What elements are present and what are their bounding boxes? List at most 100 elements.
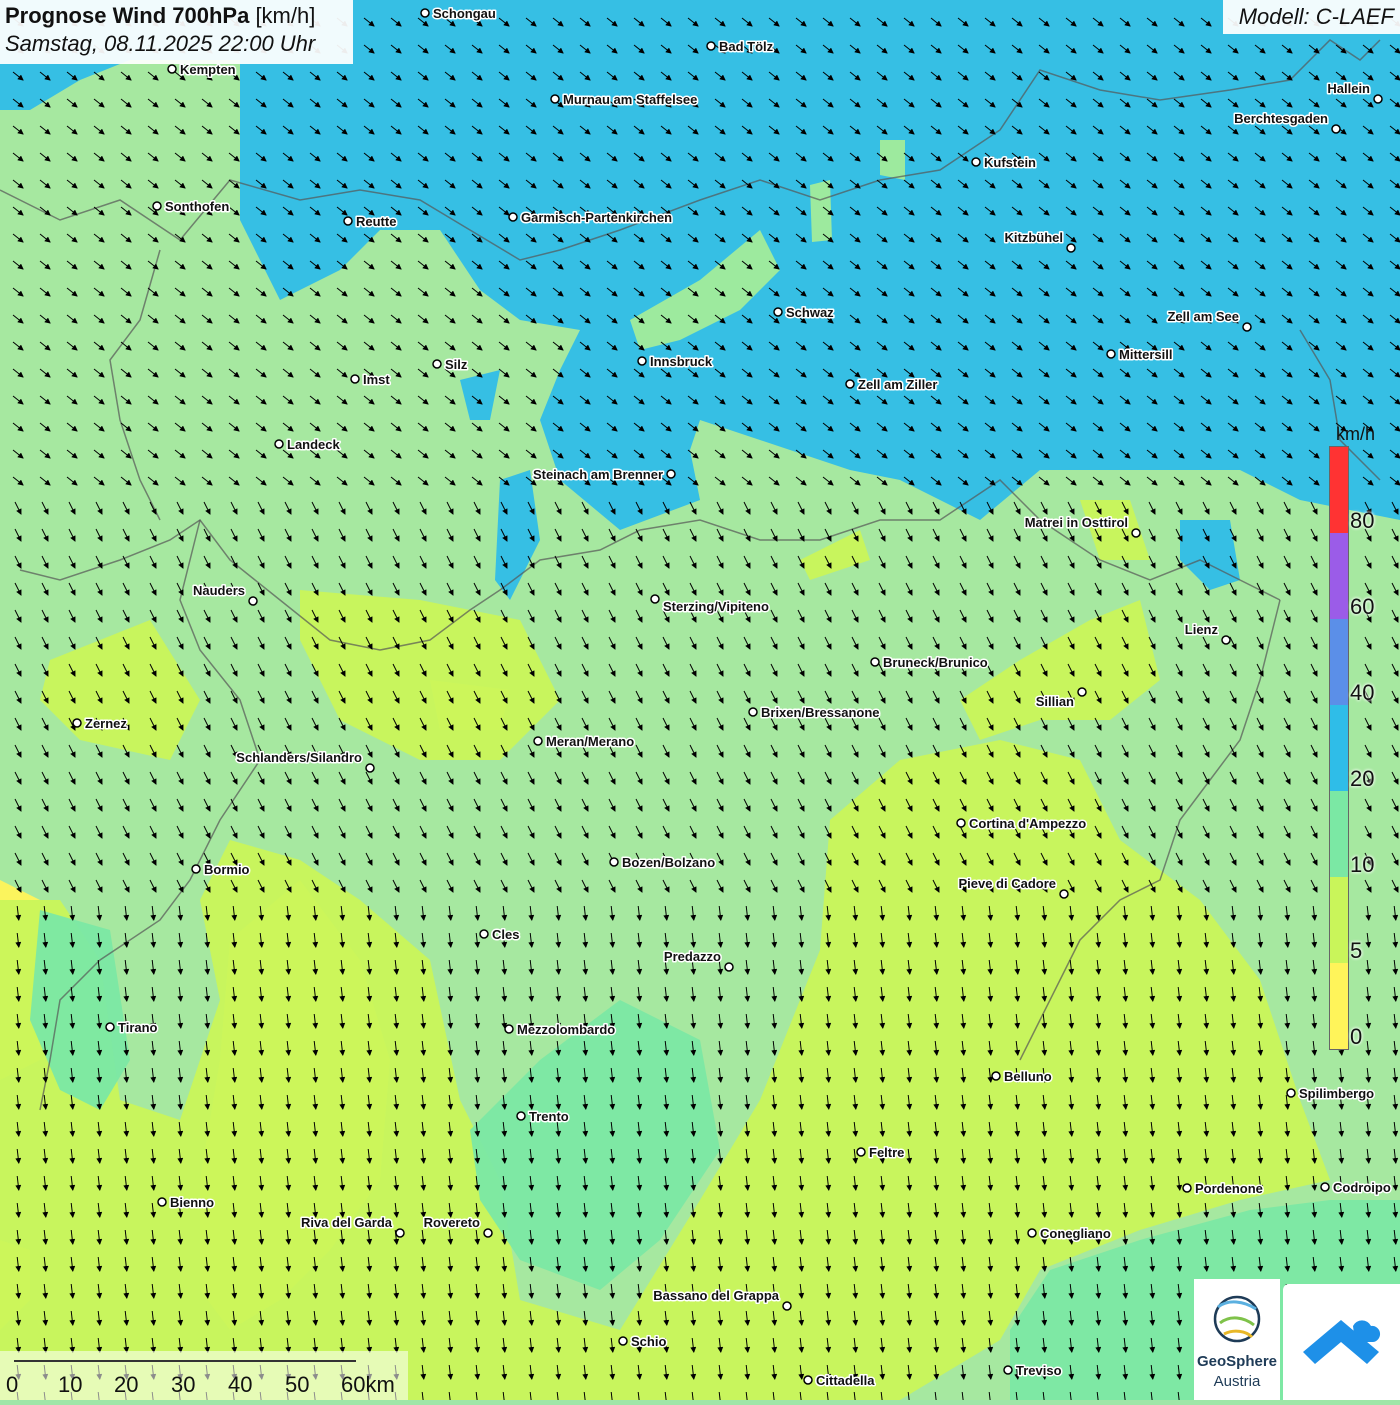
weather-app-logo-icon: [1303, 1320, 1381, 1364]
city-label: Hallein: [1327, 81, 1370, 96]
scale-label: 10: [58, 1372, 83, 1397]
city-label: Bozen/Bolzano: [622, 855, 715, 870]
city-label: Innsbruck: [650, 354, 713, 369]
legend-label: 80: [1350, 508, 1375, 533]
city-label: Cles: [492, 927, 519, 942]
city-dot: [650, 594, 660, 604]
city-label: Kempten: [180, 62, 236, 77]
city-marker: Pordenone: [1182, 1180, 1264, 1198]
city-dot: [706, 41, 716, 51]
city-label: Kufstein: [984, 155, 1036, 170]
city-dot: [1106, 349, 1116, 359]
city-label: Pordenone: [1195, 1181, 1263, 1196]
city-label: Garmisch-Partenkirchen: [521, 210, 672, 225]
city-marker: Spilimbergo: [1286, 1085, 1376, 1103]
city-dot: [504, 1024, 514, 1034]
title-unit: [km/h]: [255, 3, 316, 28]
city-label: Reutte: [356, 214, 396, 229]
city-label: Cortina d'Ampezzo: [969, 816, 1086, 831]
city-label: Zernez: [85, 716, 127, 731]
city-label: Nauders: [193, 583, 245, 598]
city-dot: [432, 359, 442, 369]
legend-label: 20: [1350, 766, 1375, 791]
city-label: Conegliano: [1040, 1226, 1111, 1241]
legend-label: 40: [1350, 680, 1375, 705]
city-label: Zell am Ziller: [858, 377, 937, 392]
city-label: Pieve di Cadore: [958, 876, 1056, 891]
city-dot: [191, 864, 201, 874]
city-marker: Schongau: [420, 5, 497, 23]
city-label: Sonthofen: [165, 199, 229, 214]
city-label: Riva del Garda: [301, 1215, 393, 1230]
city-dot: [105, 1022, 115, 1032]
city-label: Schio: [631, 1334, 666, 1349]
city-dot: [420, 8, 430, 18]
city-dot: [274, 439, 284, 449]
city-dot: [1286, 1088, 1296, 1098]
city-dot: [870, 657, 880, 667]
city-label: Tirano: [118, 1020, 158, 1035]
city-dot: [956, 818, 966, 828]
geosphere-logo-icon: [1213, 1295, 1261, 1343]
city-dot: [1331, 124, 1341, 134]
city-dot: [1221, 635, 1231, 645]
city-marker: Sonthofen: [152, 198, 231, 216]
title-main: Prognose Wind 700hPa: [5, 3, 250, 28]
geosphere-logo[interactable]: GeoSphere Austria: [1194, 1279, 1280, 1400]
city-label: Bienno: [170, 1195, 214, 1210]
geosphere-logo-line1: GeoSphere: [1196, 1353, 1278, 1370]
title-box: Prognose Wind 700hPa [km/h] Samstag, 08.…: [0, 0, 353, 64]
weather-app-logo[interactable]: [1283, 1284, 1400, 1400]
city-dot: [350, 374, 360, 384]
legend-label: 60: [1350, 594, 1375, 619]
city-dot: [157, 1197, 167, 1207]
city-label: Zell am See: [1167, 309, 1239, 324]
city-label: Bassano del Grappa: [653, 1288, 779, 1303]
city-marker: Brixen/Bressanone: [748, 704, 881, 722]
city-label: Treviso: [1016, 1363, 1062, 1378]
city-dot: [845, 379, 855, 389]
city-label: Trento: [529, 1109, 569, 1124]
city-dot: [609, 857, 619, 867]
city-dot: [1066, 243, 1076, 253]
city-dot: [773, 307, 783, 317]
city-label: Spilimbergo: [1299, 1086, 1374, 1101]
page-title: Prognose Wind 700hPa [km/h]: [5, 3, 348, 29]
city-marker: Conegliano: [1027, 1225, 1112, 1243]
city-marker: Mezzolombardo: [504, 1021, 617, 1039]
city-label: Schongau: [433, 6, 496, 21]
legend-label: 0: [1350, 1024, 1363, 1049]
city-label: Rovereto: [424, 1215, 480, 1230]
city-dot: [1027, 1228, 1037, 1238]
city-marker: Innsbruck: [637, 353, 714, 371]
city-label: Meran/Merano: [546, 734, 634, 749]
geosphere-logo-line2: Austria: [1213, 1373, 1261, 1390]
legend-label: 5: [1350, 938, 1363, 963]
forecast-datetime: Samstag, 08.11.2025 22:00 Uhr: [5, 31, 316, 56]
city-dot: [618, 1336, 628, 1346]
city-label: Predazzo: [664, 949, 721, 964]
city-label: Imst: [363, 372, 390, 387]
wind-area: [880, 140, 905, 180]
city-label: Schlanders/Silandro: [236, 750, 362, 765]
city-dot: [343, 216, 353, 226]
city-label: Murnau am Staffelsee: [563, 92, 697, 107]
city-dot: [1059, 889, 1069, 899]
city-dot: [1373, 94, 1383, 104]
scale-label: 0: [6, 1372, 19, 1397]
city-marker: Bruneck/Brunico: [870, 654, 989, 672]
city-label: Sterzing/Vipiteno: [663, 599, 769, 614]
wind-map: Schongau Bad Tölz Kempten Murnau am Staffel…: [0, 0, 1400, 1400]
city-dot: [856, 1147, 866, 1157]
city-dot: [395, 1228, 405, 1238]
city-marker: Zell am Ziller: [845, 376, 939, 394]
city-dot: [479, 929, 489, 939]
city-marker: Bozen/Bolzano: [609, 854, 717, 872]
city-dot: [991, 1071, 1001, 1081]
city-dot: [248, 596, 258, 606]
city-dot: [748, 707, 758, 717]
city-dot: [971, 157, 981, 167]
city-marker: Steinach am Brenner: [531, 466, 676, 484]
city-dot: [365, 763, 375, 773]
city-dot: [1320, 1182, 1330, 1192]
